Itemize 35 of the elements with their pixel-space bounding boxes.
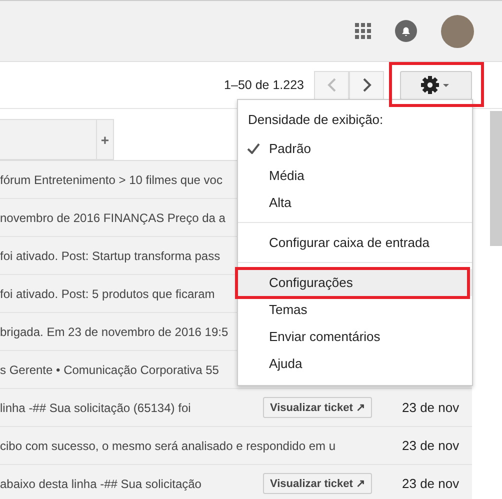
menu-item[interactable]: Configurações	[238, 269, 472, 296]
email-snippet: brigada. Em 23 de novembro de 2016 19:5	[0, 324, 228, 338]
settings-gear-icon	[421, 76, 451, 94]
email-snippet: linha -## Sua solicitação (65134) foi	[0, 400, 191, 414]
email-snippet: s Gerente • Comunicação Corporativa 55	[0, 362, 219, 376]
pagination-count: 1–50 de 1.223	[224, 78, 304, 92]
menu-heading: Densidade de exibição:	[247, 111, 384, 129]
chevron-left-icon	[326, 78, 336, 92]
email-snippet: cibo com sucesso, o mesmo será analisado e respondido em u	[0, 438, 336, 452]
chevron-right-icon	[362, 78, 372, 92]
view-ticket-button[interactable]: Visualizar ticket ↗	[262, 397, 372, 418]
email-snippet: abaixo desta linha -## Sua solicitação	[0, 476, 202, 490]
email-row[interactable]: abaixo desta linha -## Sua solicitação Visualizar ticket ↗ 23 de nov	[0, 465, 472, 499]
avatar[interactable]	[441, 14, 474, 48]
view-ticket-button[interactable]: Visualizar ticket ↗	[262, 473, 372, 494]
next-page-button[interactable]	[349, 70, 384, 100]
checkmark-icon	[247, 143, 260, 154]
menu-item[interactable]: Média	[238, 162, 472, 189]
menu-item[interactable]: Enviar comentários	[238, 323, 472, 350]
email-date: 23 de nov	[402, 400, 460, 415]
email-row[interactable]: linha -## Sua solicitação (65134) foi Visualizar ticket ↗ 23 de nov	[0, 389, 472, 427]
settings-button[interactable]	[400, 70, 472, 100]
notifications-bell-icon[interactable]	[395, 20, 417, 42]
email-snippet: foi ativado. Post: Startup transforma pass	[0, 248, 220, 262]
menu-item[interactable]: Ajuda	[238, 350, 472, 377]
email-row[interactable]: cibo com sucesso, o mesmo será analisado e respondido em u 23 de nov	[0, 427, 472, 465]
email-snippet: foi ativado. Post: 5 produtos que ficaram	[0, 286, 215, 300]
add-tab-button[interactable]: +	[97, 119, 114, 160]
apps-grid-icon[interactable]	[355, 23, 371, 39]
scrollbar[interactable]	[490, 111, 502, 246]
email-date: 23 de nov	[402, 476, 460, 491]
email-snippet: novembro de 2016 FINANÇAS Preço da a	[0, 210, 226, 224]
email-date: 23 de nov	[402, 438, 460, 453]
email-snippet: fórum Entretenimento > 10 filmes que voc	[0, 172, 222, 186]
menu-item[interactable]: Padrão	[238, 135, 472, 162]
